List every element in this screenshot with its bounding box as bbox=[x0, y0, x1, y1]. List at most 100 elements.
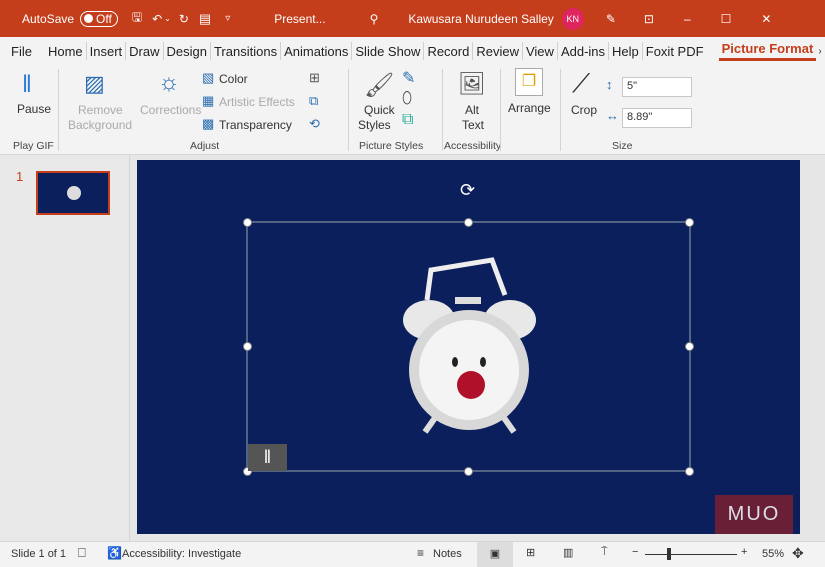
redo-icon[interactable]: ↻ bbox=[179, 12, 189, 26]
pen-icon[interactable]: ✎ bbox=[606, 12, 616, 26]
pdf-icon[interactable]: ▤ bbox=[199, 11, 211, 27]
remove-background-icon: ▨ bbox=[84, 71, 105, 96]
tab-transitions[interactable]: Transitions bbox=[211, 44, 280, 59]
height-input[interactable]: 5" bbox=[622, 77, 692, 97]
normal-view-icon[interactable]: ▣ bbox=[477, 542, 513, 567]
resize-handle[interactable] bbox=[685, 467, 694, 476]
group-picture-styles: Picture Styles bbox=[359, 140, 424, 152]
accessibility-icon[interactable]: ♿ bbox=[107, 546, 122, 560]
crop-button[interactable]: Crop bbox=[571, 103, 597, 117]
group-play-gif: Play GIF bbox=[13, 140, 54, 152]
picture-border-icon[interactable]: ✎ bbox=[402, 68, 415, 88]
notes-button[interactable]: Notes bbox=[433, 548, 462, 560]
tab-insert[interactable]: Insert bbox=[87, 44, 126, 59]
gif-pause-button[interactable]: ‖ bbox=[248, 444, 287, 471]
artistic-effects-button[interactable]: Artistic Effects bbox=[219, 95, 295, 109]
spellcheck-icon[interactable]: ⎕ bbox=[78, 545, 86, 561]
undo-dropdown-icon[interactable]: ⌄ bbox=[164, 14, 171, 23]
compress-pictures-icon[interactable]: ⊞ bbox=[309, 70, 320, 86]
tab-foxit-pdf[interactable]: Foxit PDF bbox=[643, 44, 707, 59]
minimize-icon[interactable]: – bbox=[684, 12, 691, 26]
ribbon: ‖ Pause Play GIF ▨ Remove Background ☼ C… bbox=[0, 65, 825, 155]
tab-slide-show[interactable]: Slide Show bbox=[352, 44, 423, 59]
slide-thumbnail[interactable] bbox=[36, 171, 110, 215]
tab-draw[interactable]: Draw bbox=[126, 44, 162, 59]
group-adjust: Adjust bbox=[190, 140, 220, 152]
close-icon[interactable]: ✕ bbox=[761, 12, 771, 26]
reading-view-icon[interactable]: ▥ bbox=[563, 546, 573, 559]
pause-icon: ‖ bbox=[22, 71, 32, 98]
zoom-level[interactable]: 55% bbox=[762, 548, 784, 560]
notes-icon[interactable]: ≡ bbox=[417, 546, 424, 560]
muo-watermark-logo: MUO bbox=[715, 495, 793, 534]
tab-home[interactable]: Home bbox=[45, 44, 86, 59]
document-title[interactable]: Present... bbox=[274, 12, 325, 26]
customize-qat-icon[interactable]: ▿ bbox=[225, 13, 230, 24]
rotate-handle-icon[interactable]: ⟳ bbox=[460, 180, 475, 201]
title-bar: AutoSave Off 🖫 ↶ ⌄ ↻ ▤ ▿ Present... ⚲ Ka… bbox=[0, 0, 825, 37]
color-icon: ▧ bbox=[202, 70, 215, 85]
resize-handle[interactable] bbox=[464, 218, 473, 227]
resize-handle[interactable] bbox=[685, 342, 694, 351]
corrections-button[interactable]: Corrections bbox=[140, 103, 201, 117]
picture-effects-icon[interactable]: ⬯ bbox=[402, 90, 412, 108]
tab-view[interactable]: View bbox=[523, 44, 557, 59]
maximize-icon[interactable]: ☐ bbox=[721, 12, 732, 26]
group-accessibility: Accessibility bbox=[444, 140, 502, 152]
pause-button[interactable]: Pause bbox=[17, 102, 51, 116]
tab-file[interactable]: File bbox=[8, 44, 35, 59]
ribbon-display-icon[interactable]: ⊡ bbox=[644, 12, 654, 26]
width-input[interactable]: 8.89" bbox=[622, 108, 692, 128]
arrange-button[interactable]: Arrange bbox=[508, 101, 551, 115]
save-icon[interactable]: 🖫 bbox=[132, 8, 142, 29]
tab-record[interactable]: Record bbox=[424, 44, 472, 59]
slide-show-icon[interactable]: ⍑ bbox=[601, 546, 608, 559]
crop-icon: ⟋ bbox=[572, 68, 591, 98]
avatar[interactable]: KN bbox=[561, 7, 584, 30]
resize-handle[interactable] bbox=[243, 342, 252, 351]
remove-background-button[interactable]: Remove bbox=[78, 103, 123, 117]
zoom-slider[interactable] bbox=[645, 554, 737, 555]
width-icon: ↔ bbox=[606, 108, 619, 123]
tab-add-ins[interactable]: Add-ins bbox=[558, 44, 608, 59]
resize-handle[interactable] bbox=[243, 218, 252, 227]
corrections-icon: ☼ bbox=[158, 69, 180, 96]
alt-text-button[interactable]: Alt bbox=[465, 103, 479, 117]
slide-number: 1 bbox=[16, 169, 24, 184]
resize-handle[interactable] bbox=[685, 218, 694, 227]
tab-help[interactable]: Help bbox=[609, 44, 642, 59]
scroll-tabs-icon[interactable]: › bbox=[818, 46, 821, 57]
thumbnail-clock-image bbox=[67, 186, 81, 200]
alt-text-icon: 🖼 bbox=[458, 71, 486, 96]
picture-layout-icon[interactable]: ⧉ bbox=[402, 111, 413, 129]
transparency-icon: ▩ bbox=[202, 116, 215, 131]
height-icon: ↕ bbox=[606, 77, 613, 92]
artistic-effects-icon: ▦ bbox=[202, 93, 215, 108]
quick-styles-button[interactable]: Quick bbox=[364, 103, 395, 117]
change-picture-icon[interactable]: ⧉ bbox=[309, 93, 318, 109]
undo-icon[interactable]: ↶ bbox=[152, 12, 162, 26]
search-icon[interactable]: ⚲ bbox=[370, 12, 379, 26]
tab-review[interactable]: Review bbox=[473, 44, 522, 59]
transparency-button[interactable]: Transparency bbox=[219, 118, 292, 132]
zoom-slider-thumb[interactable] bbox=[667, 548, 671, 560]
autosave-label: AutoSave bbox=[22, 11, 75, 26]
zoom-out-icon[interactable]: − bbox=[632, 546, 638, 558]
accessibility-status[interactable]: Accessibility: Investigate bbox=[122, 548, 241, 560]
zoom-in-icon[interactable]: + bbox=[741, 546, 747, 558]
slide-canvas[interactable]: ⟳ ‖ MUO bbox=[137, 160, 800, 534]
arrange-icon: ❐ bbox=[515, 68, 543, 96]
tab-picture-format[interactable]: Picture Format bbox=[718, 41, 817, 61]
tab-animations[interactable]: Animations bbox=[281, 44, 351, 59]
resize-handle[interactable] bbox=[464, 467, 473, 476]
group-size: Size bbox=[612, 140, 633, 152]
fit-to-window-icon[interactable]: ✥ bbox=[792, 545, 804, 562]
ribbon-tabs: File Home Insert Draw Design Transitions… bbox=[0, 37, 825, 65]
slide-sorter-icon[interactable]: ⊞ bbox=[526, 546, 535, 559]
autosave-toggle[interactable]: Off bbox=[80, 10, 118, 27]
alarm-clock-image[interactable] bbox=[137, 160, 800, 534]
tab-design[interactable]: Design bbox=[164, 44, 210, 59]
reset-picture-icon[interactable]: ⟲ bbox=[309, 116, 320, 132]
color-button[interactable]: Color bbox=[219, 72, 248, 86]
user-name: Kawusara Nurudeen Salley bbox=[408, 11, 554, 26]
